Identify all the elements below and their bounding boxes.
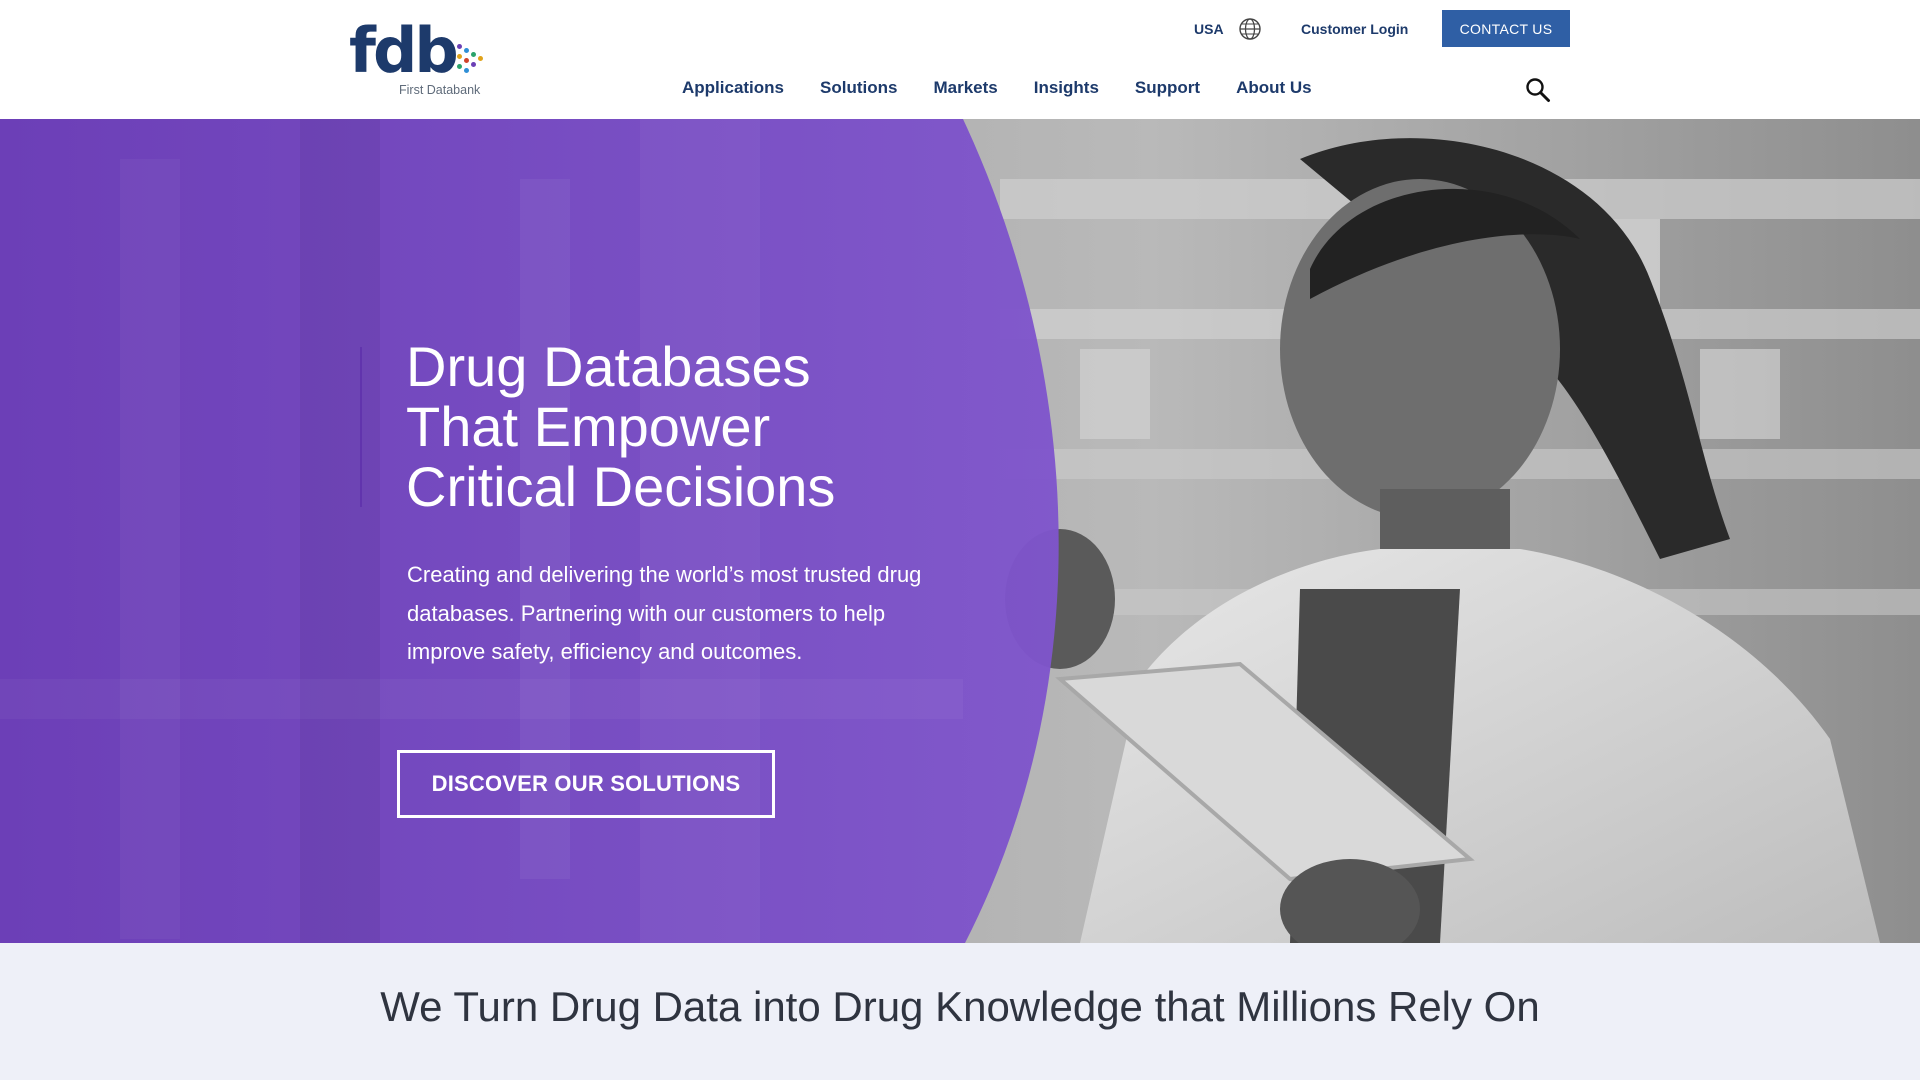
fdb-logo[interactable]: fdb First Databank (349, 20, 489, 100)
contact-us-button[interactable]: CONTACT US (1442, 10, 1570, 47)
logo-subtitle: First Databank (399, 83, 481, 97)
nav-applications[interactable]: Applications (682, 78, 784, 98)
site-header: fdb First Databank USA Customer Login CO… (0, 0, 1920, 119)
main-nav: Applications Solutions Markets Insights … (682, 78, 1312, 98)
customer-login-link[interactable]: Customer Login (1301, 10, 1408, 48)
globe-icon (1238, 18, 1261, 40)
nav-insights[interactable]: Insights (1034, 78, 1099, 98)
nav-about-us[interactable]: About Us (1236, 78, 1312, 98)
logo-dots-icon (457, 44, 491, 78)
nav-solutions[interactable]: Solutions (820, 78, 897, 98)
country-selector[interactable]: USA (1194, 10, 1262, 48)
discover-solutions-button[interactable]: DISCOVER OUR SOLUTIONS (397, 750, 775, 818)
hero-title-line-2: That Empower (406, 395, 771, 458)
hero-purple-overlay (0, 119, 1059, 943)
hero-title: Drug Databases That Empower Critical Dec… (406, 337, 966, 517)
hero-description: Creating and delivering the world’s most… (407, 562, 922, 664)
logo-wordmark: fdb (349, 14, 459, 87)
hero-title-line-1: Drug Databases (406, 335, 811, 398)
hero-title-line-3: Critical Decisions (406, 455, 836, 518)
tagline-band: We Turn Drug Data into Drug Knowledge th… (0, 943, 1920, 1080)
nav-markets[interactable]: Markets (933, 78, 997, 98)
tagline-heading: We Turn Drug Data into Drug Knowledge th… (380, 983, 1540, 1030)
nav-support[interactable]: Support (1135, 78, 1200, 98)
hero-divider (360, 347, 362, 507)
country-label: USA (1194, 21, 1224, 37)
search-icon[interactable] (1525, 77, 1551, 103)
hero-banner: Drug Databases That Empower Critical Dec… (0, 119, 1920, 943)
